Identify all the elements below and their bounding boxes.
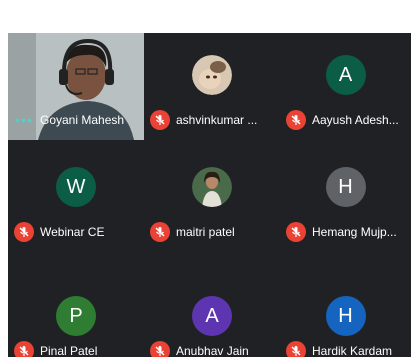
participant-tile-maitri-patel[interactable]: maitri patel	[144, 145, 280, 252]
top-bar	[0, 0, 411, 33]
participant-name: Webinar CE	[40, 225, 105, 239]
mic-off-icon	[286, 222, 306, 242]
avatar: H	[325, 167, 366, 207]
participant-tile-webinar-ce[interactable]: W Webinar CE	[8, 145, 144, 252]
avatar: A	[192, 296, 232, 336]
participant-name: maitri patel	[176, 225, 235, 239]
participant-name: ashvinkumar ...	[176, 113, 258, 127]
mic-off-icon	[14, 222, 34, 242]
mic-off-icon	[150, 110, 170, 130]
participant-nameplate: Aayush Adesh...	[286, 110, 399, 130]
avatar: A	[325, 55, 366, 95]
participant-nameplate: Pinal Patel	[14, 341, 97, 357]
participant-name: Goyani Mahesh	[40, 113, 125, 127]
mic-off-icon	[150, 222, 170, 242]
mic-off-icon	[286, 110, 306, 130]
participant-nameplate: Webinar CE	[14, 222, 104, 242]
participant-nameplate: Hardik Kardam	[286, 341, 392, 357]
mic-off-icon	[286, 341, 306, 357]
participant-tile-hardik-kardam[interactable]: H Hardik Kardam	[280, 257, 411, 357]
participant-name: Hardik Kardam	[312, 344, 393, 357]
participant-nameplate: maitri patel	[150, 222, 235, 242]
participant-tile-pinal-patel[interactable]: P Pinal Patel	[8, 257, 144, 357]
speaking-dots-icon: •••	[15, 112, 33, 128]
avatar: W	[56, 167, 96, 207]
participant-nameplate: Anubhav Jain	[150, 341, 249, 357]
participant-nameplate: Hemang Mujp...	[286, 222, 397, 242]
participant-grid: ••• Goyani Mahesh ashvinkumar ... A Aayu…	[8, 33, 411, 357]
mic-off-icon	[14, 341, 34, 357]
participant-name: Aayush Adesh...	[312, 113, 399, 127]
participant-tile-aayush[interactable]: A Aayush Adesh...	[280, 33, 411, 140]
avatar	[192, 55, 232, 95]
participant-nameplate: ashvinkumar ...	[150, 110, 257, 130]
participant-name: Hemang Mujp...	[312, 225, 397, 239]
mic-off-icon	[150, 341, 170, 357]
avatar: P	[56, 296, 96, 336]
avatar: H	[325, 296, 366, 336]
participant-tile-goyani-mahesh[interactable]: ••• Goyani Mahesh	[8, 33, 144, 140]
participant-name: Anubhav Jain	[176, 344, 249, 357]
participant-nameplate: ••• Goyani Mahesh	[14, 110, 124, 130]
participant-tile-hemang[interactable]: H Hemang Mujp...	[280, 145, 411, 252]
participant-tile-ashvinkumar[interactable]: ashvinkumar ...	[144, 33, 280, 140]
avatar	[192, 167, 232, 207]
participant-name: Pinal Patel	[40, 344, 98, 357]
participant-tile-anubhav-jain[interactable]: A Anubhav Jain	[144, 257, 280, 357]
